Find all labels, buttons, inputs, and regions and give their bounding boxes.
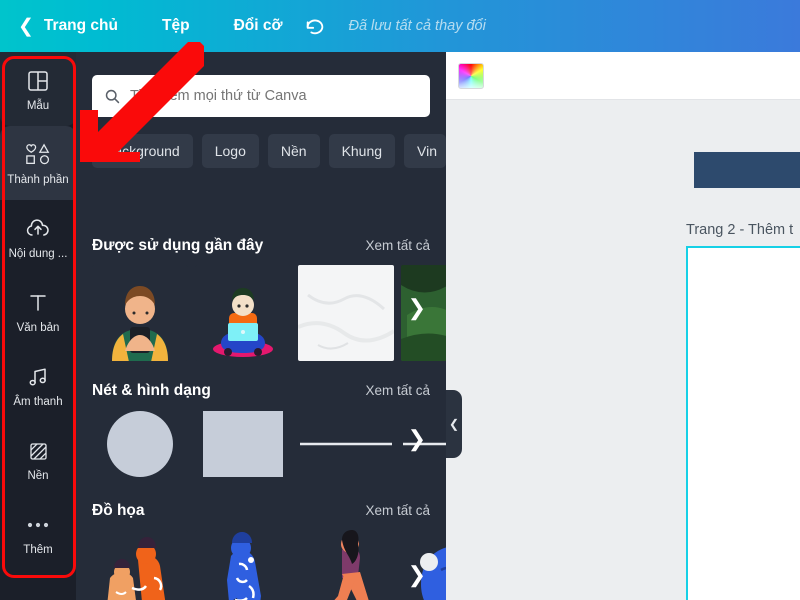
left-sidebar: Mẫu Thành phần Nội dung ... Văn bản Âm t…	[0, 52, 76, 600]
ellipsis-icon	[25, 510, 51, 540]
sidebar-label: Mẫu	[26, 100, 50, 112]
panel-collapse-handle[interactable]: ❮	[446, 390, 462, 458]
tag-chip[interactable]: Nền	[267, 134, 320, 168]
tag-chip[interactable]: Khung	[328, 134, 396, 168]
canvas-page-2[interactable]	[686, 246, 800, 600]
back-chevron-icon[interactable]: ❮	[18, 0, 34, 52]
tag-chip[interactable]: Logo	[201, 134, 259, 168]
music-note-icon	[26, 362, 50, 392]
graphic-woman-stretching[interactable]	[298, 530, 394, 600]
sidebar-label: Nội dung ...	[8, 248, 68, 260]
sidebar-item-uploads[interactable]: Nội dung ...	[0, 200, 76, 274]
canvas-area: Trang 2 - Thêm t	[446, 52, 800, 600]
text-t-icon	[26, 288, 50, 318]
shape-row: ❯	[76, 400, 446, 478]
sidebar-item-text[interactable]: Văn bản	[0, 274, 76, 348]
section-title: Được sử dụng gần đây	[92, 237, 264, 254]
sidebar-item-elements[interactable]: Thành phần	[0, 126, 76, 200]
canvas-toolbar	[446, 52, 800, 100]
section-recently-used: Được sử dụng gần đây Xem tất cả ❯	[76, 237, 446, 361]
resize-button[interactable]: Đổi cỡ	[234, 0, 283, 52]
section-graphics: Đồ họa Xem tất cả ❯	[76, 502, 446, 600]
thumb-white-marble-texture[interactable]	[298, 265, 394, 361]
tag-chip[interactable]: Background	[92, 134, 193, 168]
page-label: Trang 2 - Thêm t	[686, 222, 794, 238]
shape-line[interactable]	[298, 410, 394, 478]
sidebar-label: Nền	[27, 470, 49, 482]
sidebar-item-templates[interactable]: Mẫu	[0, 52, 76, 126]
top-toolbar: ❮ Trang chủ Tệp Đổi cỡ Đã lưu tất cả tha…	[0, 0, 800, 52]
sidebar-label: Thành phần	[7, 174, 69, 186]
canvas-navy-block[interactable]	[694, 152, 800, 188]
shapes-icon	[23, 140, 53, 170]
undo-icon[interactable]	[304, 15, 326, 37]
section-title: Đồ họa	[92, 502, 145, 519]
sidebar-item-audio[interactable]: Âm thanh	[0, 348, 76, 422]
graphics-next-chevron-right-icon[interactable]: ❯	[408, 562, 426, 588]
tag-filter-row: Background Logo Nền Khung Vin	[92, 134, 446, 168]
sidebar-label: Văn bản	[16, 322, 60, 334]
chevron-left-icon: ❮	[448, 417, 460, 431]
graphic-orange-family[interactable]	[92, 530, 188, 600]
hatch-pattern-icon	[26, 436, 50, 466]
see-all-link[interactable]: Xem tất cả	[365, 503, 430, 518]
search-input[interactable]	[130, 88, 418, 104]
file-menu-button[interactable]: Tệp	[162, 0, 190, 52]
section-lines-and-shapes: Nét & hình dạng Xem tất cả ❯	[76, 382, 446, 478]
sidebar-label: Âm thanh	[13, 396, 63, 408]
sidebar-item-more[interactable]: Thêm	[0, 496, 76, 570]
see-all-link[interactable]: Xem tất cả	[365, 238, 430, 253]
home-button[interactable]: Trang chủ	[44, 0, 118, 52]
see-all-link[interactable]: Xem tất cả	[365, 383, 430, 398]
thumbnail-row: ❯	[76, 255, 446, 361]
layout-grid-icon	[26, 66, 50, 96]
shapes-next-chevron-right-icon[interactable]: ❯	[408, 426, 426, 452]
recent-next-chevron-right-icon[interactable]: ❯	[408, 295, 426, 321]
elements-panel: Background Logo Nền Khung Vin ❯ Được sử …	[76, 52, 446, 600]
search-box[interactable]	[92, 75, 430, 117]
graphic-blue-figure[interactable]	[195, 530, 291, 600]
sidebar-label: Thêm	[23, 544, 53, 556]
shape-circle[interactable]	[92, 410, 188, 478]
rainbow-color-picker-icon[interactable]	[458, 62, 484, 89]
thumb-person-with-laptop[interactable]	[195, 265, 291, 361]
cloud-upload-icon	[25, 214, 51, 244]
graphics-row: ❯	[76, 520, 446, 600]
search-icon	[104, 88, 121, 105]
thumb-man-with-phone[interactable]	[92, 265, 188, 361]
save-status-text: Đã lưu tất cả thay đổi	[348, 18, 486, 34]
search-container	[92, 75, 430, 117]
sidebar-item-background[interactable]: Nền	[0, 422, 76, 496]
shape-square[interactable]	[195, 410, 291, 478]
section-title: Nét & hình dạng	[92, 382, 211, 399]
tag-chip[interactable]: Vin	[404, 134, 446, 168]
